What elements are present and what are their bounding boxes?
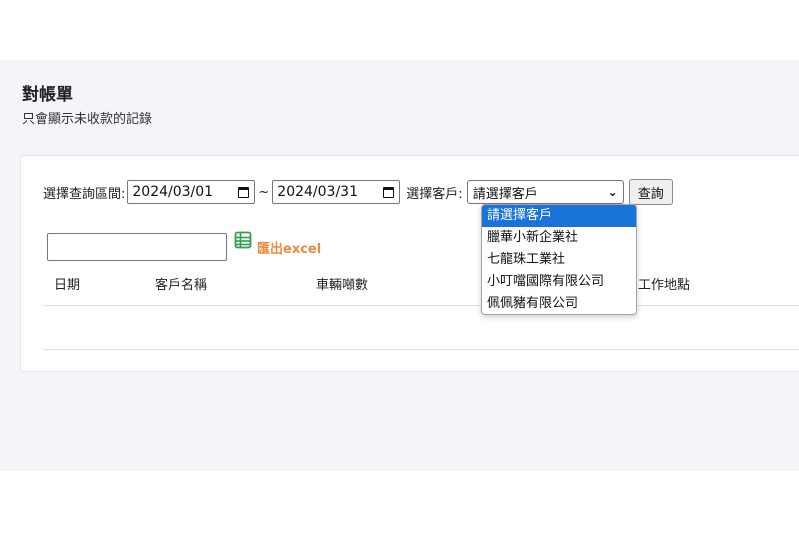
calendar-icon[interactable] [383,186,395,198]
page-subtitle: 只會顯示未收款的記錄 [22,112,153,127]
column-header-location: 工作地點 [638,278,691,293]
column-header-tonnage: 車輛噸數 [316,278,369,293]
dropdown-option[interactable]: 七龍珠工業社 [482,249,636,271]
customer-label: 選擇客戶: [406,186,463,202]
search-input[interactable] [47,233,227,261]
column-header-customer: 客戶名稱 [155,278,208,293]
dropdown-option[interactable]: 臘華小新企業社 [482,227,636,249]
customer-select[interactable]: 請選擇客戶 ⌄ [466,180,624,204]
dropdown-option[interactable]: 小叮噹國際有限公司 [482,271,636,293]
query-button[interactable]: 查詢 [628,179,673,205]
dropdown-option[interactable]: 佩佩豬有限公司 [482,293,636,314]
table-body [43,305,799,350]
calendar-icon[interactable] [238,186,250,198]
filter-row: 選擇查詢區間: 2024/03/01 ~ 2024/03/31 選擇客戶: 請選… [43,178,799,206]
dropdown-option[interactable]: 請選擇客戶 [482,205,636,227]
end-date-value: 2024/03/31 [277,184,358,200]
customer-select-value: 請選擇客戶 [472,186,538,202]
statement-card: 選擇查詢區間: 2024/03/01 ~ 2024/03/31 選擇客戶: 請選… [20,155,799,372]
date-range-label: 選擇查詢區間: [43,186,126,202]
export-excel-link[interactable]: 匯出excel [257,238,321,257]
end-date-input[interactable]: 2024/03/31 [272,180,401,204]
start-date-input[interactable]: 2024/03/01 [127,180,256,204]
page-title: 對帳單 [22,85,73,105]
column-header-date: 日期 [54,278,81,293]
customer-dropdown-list: 請選擇客戶 臘華小新企業社 七龍珠工業社 小叮噹國際有限公司 佩佩豬有限公司 [481,204,637,315]
date-separator: ~ [258,184,270,200]
chevron-down-icon: ⌄ [607,185,618,199]
table-header: 日期 客戶名稱 車輛噸數 工作地點 [43,259,799,306]
start-date-value: 2024/03/01 [132,184,214,200]
spreadsheet-icon[interactable] [234,231,252,249]
